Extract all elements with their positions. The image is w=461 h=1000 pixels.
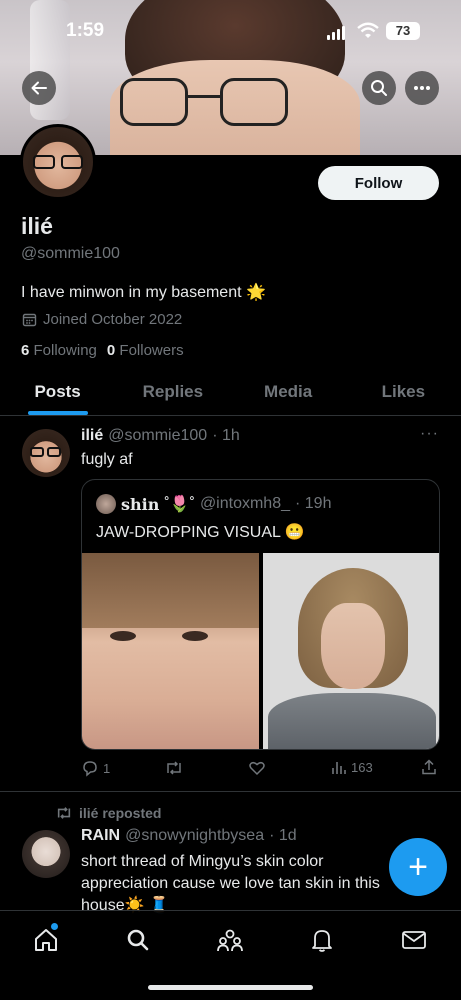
repost-header: RAIN @snowynightbysea · 1d [81, 827, 297, 845]
avatar-glasses-left [33, 155, 55, 169]
post-actions: 1 163 [81, 759, 441, 779]
reply-icon [83, 761, 97, 777]
post-author-handle[interactable]: @sommie100 [108, 427, 207, 445]
compose-button[interactable]: + [389, 838, 447, 896]
repost-text: short thread of Mingyu’s skin color appr… [81, 853, 380, 914]
post-avatar-glasses-right [47, 447, 61, 457]
repost-time: · 1d [269, 827, 297, 844]
following-label: Following [33, 342, 97, 359]
image-2-face [321, 603, 385, 689]
like-button[interactable] [248, 759, 270, 777]
views-icon [332, 762, 346, 774]
post-avatar-glasses-left [30, 447, 44, 457]
arrow-left-icon [31, 81, 47, 95]
back-button[interactable] [22, 71, 56, 105]
nav-search[interactable] [123, 925, 153, 955]
quote-author-name: shin [121, 494, 160, 514]
search-button[interactable] [362, 71, 396, 105]
tab-posts[interactable]: Posts [0, 370, 115, 415]
tab-replies[interactable]: Replies [115, 370, 230, 415]
share-button[interactable] [421, 759, 437, 775]
joined-date: Joined October 2022 [22, 311, 182, 328]
heart-icon [249, 761, 265, 776]
repost-button[interactable] [164, 759, 188, 777]
profile-tabs: Posts Replies Media Likes [0, 370, 461, 416]
quote-avatar [96, 494, 116, 514]
battery-icon: 73 [386, 22, 420, 40]
image-2-jacket [268, 693, 436, 749]
more-dots-icon [414, 86, 430, 90]
followers-count: 0 [106, 342, 116, 359]
reply-count: 1 [103, 760, 111, 776]
home-indicator[interactable] [148, 985, 313, 990]
following-link[interactable]: 6 Following [21, 342, 97, 359]
post-avatar[interactable] [22, 429, 70, 477]
post-author-name[interactable]: ilié [81, 427, 103, 445]
post-header: ilié @sommie100 · 1h [81, 427, 240, 445]
followers-label: Followers [119, 342, 184, 359]
banner-glasses-left [120, 78, 188, 126]
repost-icon [57, 807, 71, 819]
nav-notifications[interactable] [307, 925, 337, 955]
joined-text: Joined October 2022 [43, 311, 183, 328]
repost-author-avatar[interactable] [22, 830, 70, 878]
communities-icon [217, 929, 243, 952]
post-text: fugly af [81, 451, 133, 468]
wifi-icon [357, 22, 379, 38]
repost-icon [167, 761, 181, 775]
home-icon [35, 929, 57, 951]
follow-stats: 6 Following 0 Followers [21, 342, 184, 359]
nav-home[interactable] [31, 925, 61, 955]
image-1-eye-left [110, 631, 136, 641]
more-options-button[interactable] [405, 71, 439, 105]
repost-indicator: ilié reposted [55, 805, 161, 821]
followers-link[interactable]: 0 Followers [107, 342, 184, 359]
avatar-glasses-right [61, 155, 83, 169]
repost-author-name[interactable]: RAIN [81, 827, 120, 845]
signal-icon [327, 26, 345, 40]
repost-label: ilié reposted [79, 805, 162, 821]
calendar-icon [22, 313, 37, 327]
banner-glasses-bridge [188, 95, 220, 98]
post-time: · 1h [212, 427, 240, 444]
notifications-icon [312, 930, 332, 952]
quote-time: · 19h [295, 495, 332, 512]
status-bar: 1:59 73 [0, 0, 461, 60]
quote-image-1[interactable] [82, 553, 259, 749]
repost-author-handle[interactable]: @snowynightbysea [125, 827, 264, 845]
views-button[interactable]: 163 [331, 759, 373, 775]
quote-author-handle: @intoxmh8_ [199, 495, 290, 512]
search-icon [371, 80, 387, 96]
reply-button[interactable]: 1 [81, 759, 110, 777]
banner-glasses-right [220, 78, 288, 126]
profile-bio: I have minwon in my basement 🌟 [21, 284, 266, 301]
nav-messages[interactable] [399, 925, 429, 955]
image-1-hair [82, 553, 259, 628]
follow-button[interactable]: Follow [318, 166, 439, 200]
nav-communities[interactable] [215, 925, 245, 955]
post[interactable]: ilié @sommie100 · 1h ··· fugly af shin ˚… [0, 417, 461, 792]
messages-icon [402, 931, 426, 949]
share-icon [422, 759, 436, 775]
post-more-icon[interactable]: ··· [420, 425, 439, 443]
tab-likes[interactable]: Likes [346, 370, 461, 415]
status-time: 1:59 [66, 20, 105, 41]
quote-author-emoji: ˚🌷˚ [164, 496, 195, 513]
quote-image-2[interactable] [263, 553, 439, 749]
profile-handle: @sommie100 [21, 245, 120, 262]
views-count: 163 [351, 759, 373, 775]
profile-avatar[interactable] [20, 124, 96, 200]
home-notification-dot [51, 923, 58, 930]
display-name: ilié [21, 213, 53, 239]
image-1-eye-right [182, 631, 208, 641]
quote-header: shin ˚🌷˚ @intoxmh8_ · 19h [96, 494, 331, 514]
following-count: 6 [21, 342, 30, 359]
tab-media[interactable]: Media [231, 370, 346, 415]
search-icon [127, 929, 149, 951]
quote-text: JAW-DROPPING VISUAL 😬 [96, 524, 305, 541]
quoted-post[interactable]: shin ˚🌷˚ @intoxmh8_ · 19h JAW-DROPPING V… [81, 479, 440, 750]
